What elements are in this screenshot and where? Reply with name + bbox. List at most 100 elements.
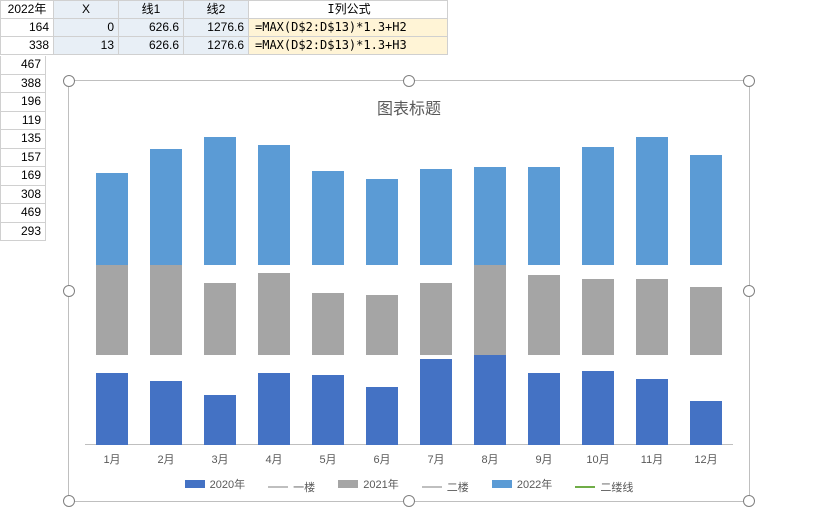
chart-title[interactable]: 图表标题 — [69, 95, 749, 119]
bar-group — [571, 279, 625, 355]
bar-group — [409, 169, 463, 265]
bar[interactable] — [474, 167, 506, 265]
bar[interactable] — [150, 149, 182, 265]
side-cell[interactable]: 308 — [0, 186, 46, 205]
resize-handle[interactable] — [743, 285, 755, 297]
chart-object[interactable]: 图表标题 1月2月3月4月5月6月7月8月9月10月11月12月 2020年 一… — [68, 80, 750, 502]
resize-handle[interactable] — [743, 495, 755, 507]
hdr-line2[interactable]: 线2 — [184, 1, 249, 19]
bar-group — [517, 167, 571, 265]
bar[interactable] — [366, 295, 398, 355]
bar[interactable] — [312, 293, 344, 355]
hdr-2022[interactable]: 2022年 — [1, 1, 54, 19]
side-cell[interactable]: 467 — [0, 56, 46, 75]
legend-2021[interactable]: 2021年 — [338, 476, 398, 492]
x-tick-label: 4月 — [247, 451, 301, 467]
bar-group — [679, 155, 733, 265]
bar[interactable] — [204, 137, 236, 265]
resize-handle[interactable] — [403, 75, 415, 87]
side-cell[interactable]: 169 — [0, 167, 46, 186]
legend-2022[interactable]: 2022年 — [492, 476, 552, 492]
bar[interactable] — [204, 283, 236, 355]
bar-group — [463, 167, 517, 265]
table-row[interactable]: 164 0 626.6 1276.6 =MAX(D$2:D$13)*1.3+H2 — [1, 19, 448, 37]
x-tick-label: 2月 — [139, 451, 193, 467]
resize-handle[interactable] — [403, 495, 415, 507]
hdr-formula[interactable]: I列公式 — [249, 1, 448, 19]
bar[interactable] — [690, 287, 722, 355]
side-cell[interactable]: 469 — [0, 204, 46, 223]
bar[interactable] — [528, 167, 560, 265]
side-cell[interactable]: 157 — [0, 149, 46, 168]
bar[interactable] — [582, 371, 614, 445]
bar-group — [409, 359, 463, 445]
bar-group — [301, 171, 355, 265]
bar[interactable] — [312, 171, 344, 265]
bar[interactable] — [636, 379, 668, 445]
bar[interactable] — [528, 275, 560, 355]
bar[interactable] — [258, 145, 290, 265]
legend-floor2[interactable]: 二楼 — [422, 479, 469, 495]
bar-group — [679, 401, 733, 445]
bar[interactable] — [582, 279, 614, 355]
bar[interactable] — [420, 169, 452, 265]
x-axis: 1月2月3月4月5月6月7月8月9月10月11月12月 — [85, 451, 733, 469]
side-cell[interactable]: 196 — [0, 93, 46, 112]
bar[interactable] — [690, 155, 722, 265]
bar[interactable] — [258, 373, 290, 445]
legend-floor1[interactable]: 一楼 — [268, 479, 315, 495]
x-tick-label: 12月 — [679, 451, 733, 467]
x-tick-label: 11月 — [625, 451, 679, 467]
plot-area[interactable] — [85, 131, 733, 445]
bar[interactable] — [96, 373, 128, 445]
x-tick-label: 7月 — [409, 451, 463, 467]
resize-handle[interactable] — [63, 285, 75, 297]
bar-group — [625, 137, 679, 265]
legend[interactable]: 2020年 一楼 2021年 二楼 2022年 二缕线 — [69, 476, 749, 495]
hdr-x[interactable]: X — [54, 1, 119, 19]
resize-handle[interactable] — [743, 75, 755, 87]
bar-group — [139, 381, 193, 445]
side-cell[interactable]: 388 — [0, 75, 46, 94]
side-cell[interactable]: 293 — [0, 223, 46, 242]
bar-group — [625, 379, 679, 445]
bar-group — [193, 395, 247, 445]
bar[interactable] — [312, 375, 344, 445]
x-tick-label: 10月 — [571, 451, 625, 467]
side-cell[interactable]: 135 — [0, 130, 46, 149]
bar-group — [625, 279, 679, 355]
bar[interactable] — [636, 137, 668, 265]
line-icon — [575, 486, 595, 488]
side-cell[interactable]: 119 — [0, 112, 46, 131]
legend-line2[interactable]: 二缕线 — [575, 479, 633, 495]
swatch-icon — [492, 480, 512, 488]
swatch-icon — [185, 480, 205, 488]
data-table[interactable]: 2022年 X 线1 线2 I列公式 164 0 626.6 1276.6 =M… — [0, 0, 448, 55]
resize-handle[interactable] — [63, 75, 75, 87]
x-tick-label: 3月 — [193, 451, 247, 467]
x-tick-label: 8月 — [463, 451, 517, 467]
bar[interactable] — [420, 359, 452, 445]
bar[interactable] — [96, 173, 128, 265]
table-row[interactable]: 338 13 626.6 1276.6 =MAX(D$2:D$13)*1.3+H… — [1, 37, 448, 55]
hdr-line1[interactable]: 线1 — [119, 1, 184, 19]
tier-2022年 — [85, 135, 733, 265]
bar[interactable] — [258, 273, 290, 355]
bar[interactable] — [528, 373, 560, 445]
legend-2020[interactable]: 2020年 — [185, 476, 245, 492]
bar-group — [247, 145, 301, 265]
bar[interactable] — [366, 179, 398, 265]
bar[interactable] — [204, 395, 236, 445]
bar[interactable] — [636, 279, 668, 355]
bar[interactable] — [690, 401, 722, 445]
resize-handle[interactable] — [63, 495, 75, 507]
side-column[interactable]: 467388196119135157169308469293 — [0, 56, 46, 241]
bar[interactable] — [366, 387, 398, 445]
bar[interactable] — [420, 283, 452, 355]
bar-group — [355, 387, 409, 445]
bar[interactable] — [582, 147, 614, 265]
bar[interactable] — [150, 381, 182, 445]
bar-group — [139, 149, 193, 265]
bar-group — [517, 275, 571, 355]
x-tick-label: 5月 — [301, 451, 355, 467]
